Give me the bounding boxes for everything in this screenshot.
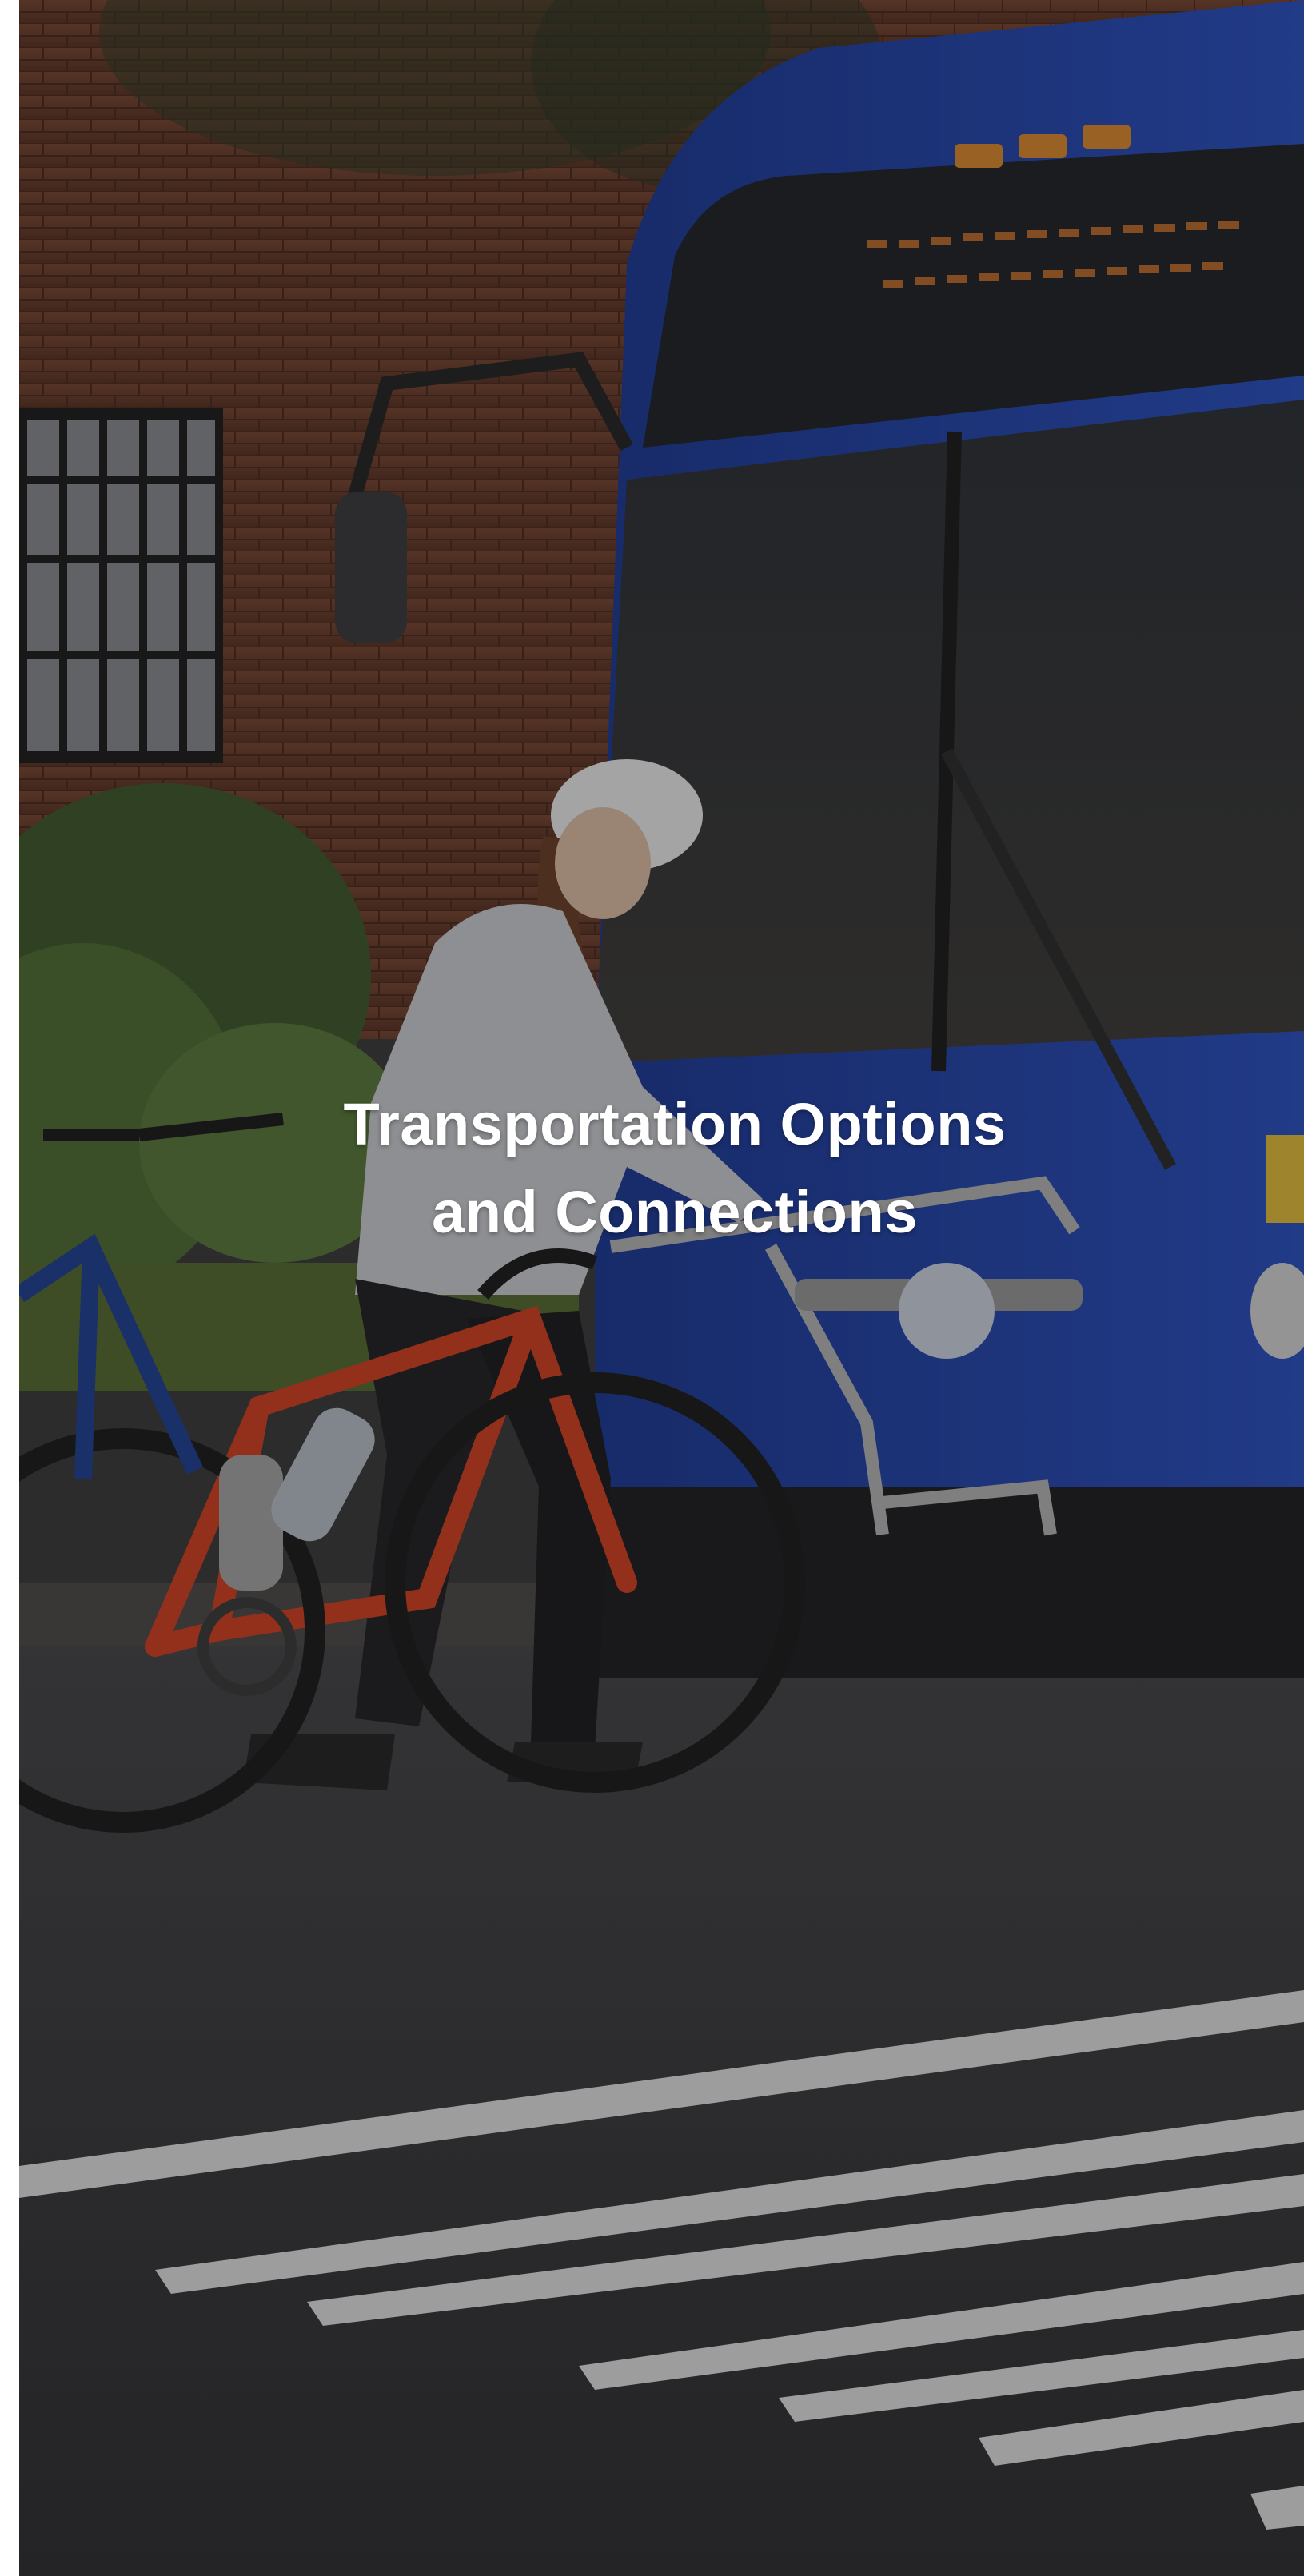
hero-title-line-2: and Connections — [432, 1179, 918, 1245]
image-overlay — [19, 0, 1304, 2576]
hero-banner: Transportation Options and Connections — [19, 0, 1304, 2576]
page: Transportation Options and Connections — [0, 0, 1304, 2576]
hero-title: Transportation Options and Connections — [19, 1081, 1304, 1256]
hero-title-line-1: Transportation Options — [343, 1091, 1007, 1157]
